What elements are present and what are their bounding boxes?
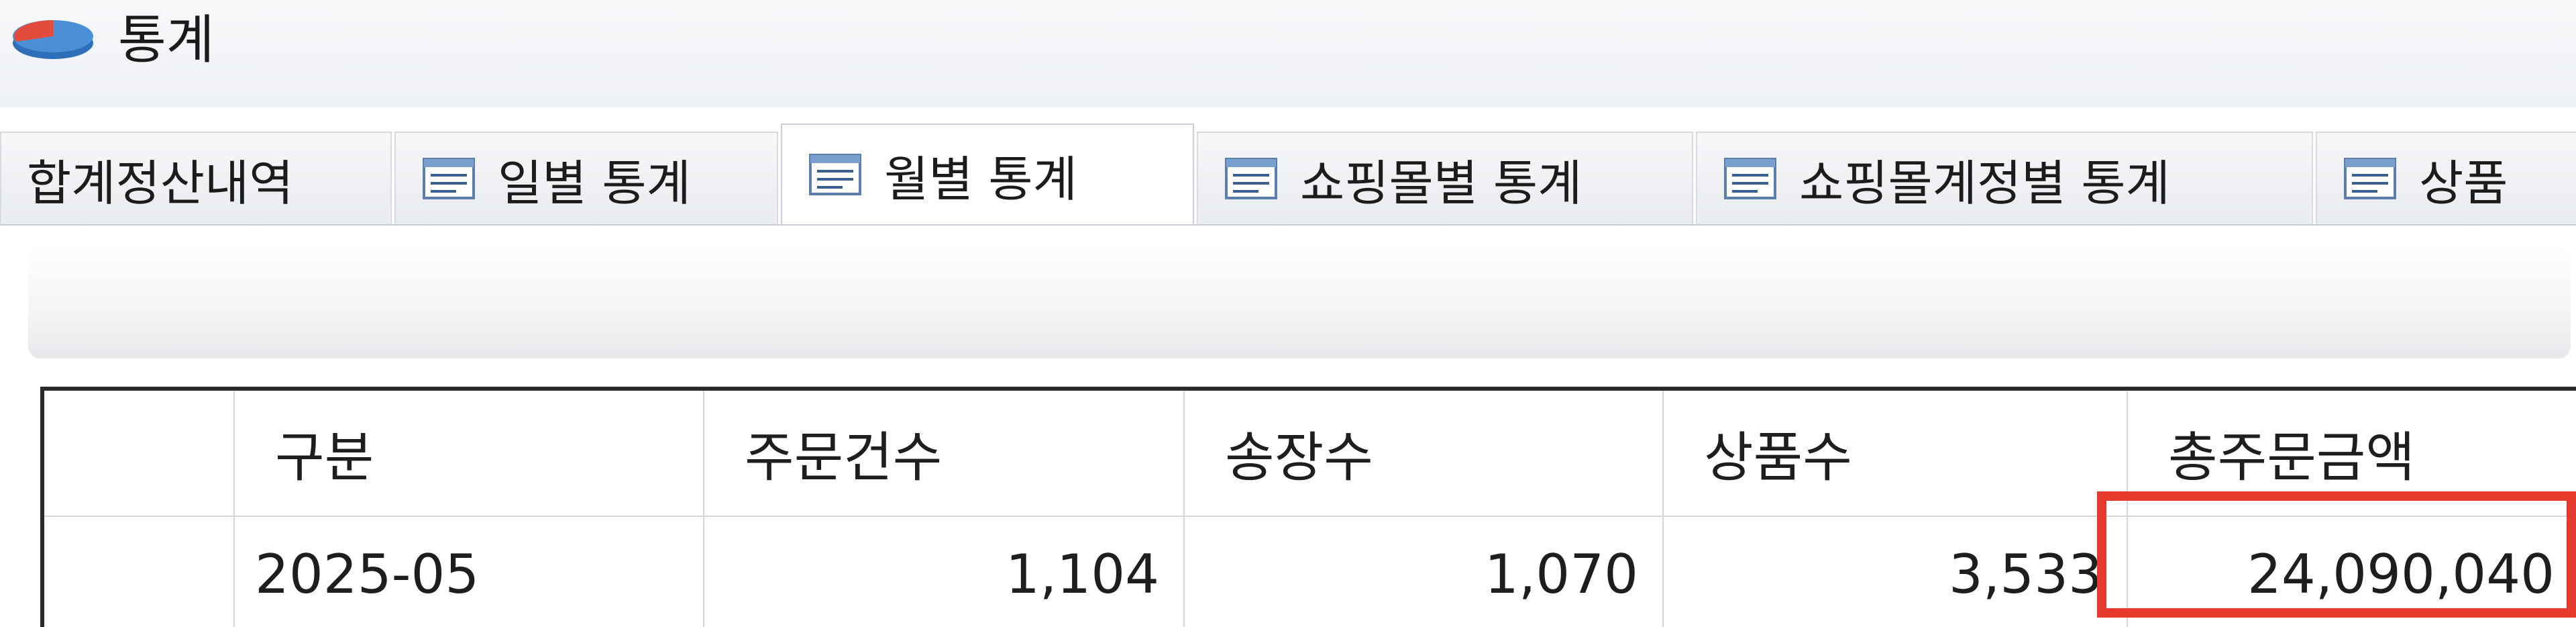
row-indicator[interactable] [44,517,235,627]
row-indicator-header [44,391,235,517]
grid-table-icon [1724,158,1776,199]
tab-label: 일별 통계 [498,154,691,211]
tab-product-stats[interactable]: 상품 [2316,132,2576,224]
column-header-orders[interactable]: 주문건수 [704,391,1185,517]
cell-period[interactable]: 2025-05 [235,517,704,627]
column-header-invoices[interactable]: 송장수 [1185,391,1664,517]
grid-table-icon [2344,158,2396,199]
statistics-window: 통계 합계정산내역 일별 통계 월별 통계 쇼핑몰별 통계 쇼핑몰계정별 통계 … [0,0,2576,627]
tab-mall-stats[interactable]: 쇼핑몰별 통계 [1197,132,1693,224]
title-bar: 통계 [0,0,2576,107]
window-title: 통계 [118,10,215,70]
cell-products[interactable]: 3,533 [1664,517,2128,627]
tab-summary-settlement[interactable]: 합계정산내역 [0,132,392,224]
column-header-period[interactable]: 구분 [235,391,704,517]
toolbar-area [28,244,2571,358]
table-row[interactable]: 2025-05 1,104 1,070 3,533 24,090,040 [44,517,2576,627]
tab-label: 쇼핑몰별 통계 [1300,154,1582,211]
tab-mall-account-stats[interactable]: 쇼핑몰계정별 통계 [1696,132,2313,224]
column-header-total-amount[interactable]: 총주문금액 [2128,391,2576,517]
tab-label: 쇼핑몰계정별 통계 [1799,154,2170,211]
column-header-products[interactable]: 상품수 [1664,391,2128,517]
cell-orders[interactable]: 1,104 [704,517,1185,627]
cell-total-amount[interactable]: 24,090,040 [2128,517,2576,627]
tab-label: 월별 통계 [884,150,1077,207]
grid-header-row: 구분 주문건수 송장수 상품수 총주문금액 [44,391,2576,517]
grid-table-icon [1225,158,1277,199]
pie-chart-icon [13,20,93,59]
tab-label: 합계정산내역 [27,154,294,211]
stats-grid: 구분 주문건수 송장수 상품수 총주문금액 2025-05 1,104 1,07… [40,387,2576,627]
cell-invoices[interactable]: 1,070 [1185,517,1664,627]
grid-table-icon [423,158,475,199]
tab-strip: 합계정산내역 일별 통계 월별 통계 쇼핑몰별 통계 쇼핑몰계정별 통계 상품 [0,124,2576,224]
tab-monthly-stats[interactable]: 월별 통계 [781,124,1194,224]
grid-table-icon [809,154,861,195]
monthly-stats-panel: 구분 주문건수 송장수 상품수 총주문금액 2025-05 1,104 1,07… [0,224,2576,627]
tab-daily-stats[interactable]: 일별 통계 [394,132,778,224]
tab-label: 상품 [2419,154,2508,211]
